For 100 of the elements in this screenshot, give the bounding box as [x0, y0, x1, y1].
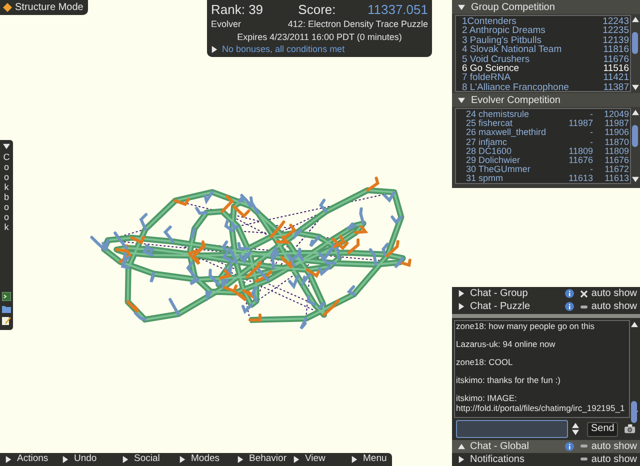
menu-button[interactable]: View	[293, 453, 351, 466]
menu-button[interactable]: Behavior	[237, 453, 293, 466]
section-header[interactable]: Evolver Competition	[452, 93, 640, 107]
expand-arrow-icon[interactable]	[458, 303, 465, 310]
play-arrow-icon[interactable]	[5, 456, 12, 463]
player-score: 11676	[604, 156, 629, 166]
play-arrow-icon[interactable]	[237, 456, 244, 463]
cookbook-label[interactable]: Cookbook	[2, 152, 11, 232]
leaderboard-row[interactable]: 5 Void Crushers 11676	[456, 54, 629, 64]
team-score: 11421	[603, 73, 629, 83]
scroll-up-icon[interactable]	[632, 109, 638, 116]
player-score: 11672	[604, 165, 629, 174]
send-button[interactable]: Send	[587, 422, 618, 437]
team-score: 11516	[603, 64, 629, 74]
team-name: 5 Void Crushers	[462, 54, 530, 64]
score-label: Score:	[298, 0, 337, 19]
section-header[interactable]: Group Competition	[452, 0, 640, 14]
chat-message: itskimo: IMAGE: http://fold.it/portal/files/chatimg/irc_192195_1	[456, 392, 626, 413]
rank-text: Rank: 39	[211, 0, 264, 19]
expand-arrow-icon[interactable]	[211, 46, 218, 53]
scrollbar-thumb[interactable]	[632, 32, 638, 54]
leaderboard-row[interactable]: 4 Slovak National Team 11816	[456, 45, 629, 55]
chat-tab[interactable]: Chat - Group auto show	[452, 287, 640, 300]
edit-icon[interactable]	[2, 316, 11, 325]
leaderboard-row[interactable]: 6 Go Science 11516	[456, 64, 629, 74]
collapse-arrow-icon[interactable]	[458, 96, 465, 104]
expand-arrow-icon[interactable]	[458, 290, 465, 297]
terminal-icon[interactable]	[2, 292, 11, 301]
player-class-text: Evolver	[211, 18, 242, 31]
expiry-text: Expires 4/23/2011 16:00 PDT (0 minutes)	[237, 30, 402, 44]
toggle-icon[interactable]	[580, 442, 588, 450]
close-icon[interactable]	[580, 290, 588, 298]
player-best-score: 11809	[568, 146, 593, 156]
chat-message: zone18: COOL	[456, 356, 514, 367]
structure-mode-button[interactable]: Structure Mode	[0, 0, 88, 15]
team-name: 2 Anthropic Dreams	[462, 26, 546, 36]
leaderboard-row[interactable]: 7 foldeRNA 11421	[456, 73, 629, 83]
scrollbar-thumb[interactable]	[631, 400, 637, 423]
info-icon[interactable]	[565, 442, 574, 451]
menu-button[interactable]: Menu	[351, 453, 391, 466]
leaderboard-row[interactable]: 3 Pauling's Pitbulls 12139	[456, 36, 629, 46]
chat-message: itskimo: thanks for the fun :)	[456, 374, 562, 385]
scroll-up-icon[interactable]	[632, 16, 638, 23]
scroll-down-icon[interactable]	[632, 84, 638, 91]
player-score: 11809	[604, 146, 629, 156]
collapse-arrow-icon[interactable]	[3, 143, 10, 150]
auto-show-label: auto show	[591, 300, 637, 314]
team-score: 11676	[603, 54, 629, 64]
diamond-icon	[3, 3, 12, 12]
protein-drawing[interactable]	[90, 176, 412, 330]
player-name: 25 fishercat	[466, 119, 514, 128]
expand-arrow-icon[interactable]	[458, 456, 465, 463]
chat-message: zone18: how many people go on this	[456, 320, 596, 331]
menu-button[interactable]: Modes	[179, 453, 237, 466]
info-icon[interactable]	[565, 302, 574, 311]
chat-tab[interactable]: Chat - Puzzle auto show	[452, 300, 640, 313]
team-name: 6 Go Science	[462, 64, 520, 74]
menu-button[interactable]: Social	[122, 453, 179, 466]
player-score: 11987	[604, 119, 629, 128]
leaderboard-row[interactable]: 1Contenders 12243	[456, 17, 629, 26]
scroll-down-icon[interactable]	[632, 176, 638, 183]
scroll-down-icon[interactable]	[572, 429, 579, 436]
info-icon[interactable]	[565, 289, 574, 298]
chat-tab[interactable]: Notifications auto show	[452, 452, 640, 466]
scrollbar-thumb[interactable]	[632, 125, 638, 147]
bonuses-link[interactable]: No bonuses, all conditions met	[222, 42, 345, 56]
play-arrow-icon[interactable]	[179, 456, 186, 463]
player-name: 30 TheGUmmer	[466, 165, 532, 174]
team-name: 1Contenders	[462, 17, 516, 26]
player-best-score: 11676	[568, 156, 593, 166]
player-score: 11870	[604, 138, 629, 147]
player-best-score: -	[589, 165, 593, 174]
team-score: 12243	[602, 17, 629, 26]
leaderboard-row[interactable]: 8 L'Alliance Francophone 11387	[456, 82, 629, 92]
play-arrow-icon[interactable]	[351, 456, 358, 463]
folder-icon[interactable]	[2, 304, 11, 313]
score-value: 11337.051	[368, 0, 428, 19]
chat-tab[interactable]: Chat - Global auto show	[452, 440, 640, 453]
player-score: 11613	[604, 174, 629, 184]
player-best-score: 11613	[568, 174, 593, 184]
auto-show-label: auto show	[591, 440, 637, 454]
team-score: 12235	[602, 26, 629, 36]
player-best-score: -	[589, 138, 593, 147]
toggle-icon[interactable]	[580, 302, 588, 310]
player-name: 31 spmm	[466, 174, 504, 184]
team-name: 7 foldeRNA	[462, 73, 511, 83]
play-arrow-icon[interactable]	[293, 456, 300, 463]
player-name: 27 infjamc	[466, 138, 508, 147]
play-arrow-icon[interactable]	[62, 456, 69, 463]
player-name: 28 DC1600	[466, 146, 513, 156]
puzzle-title: 412: Electron Density Trace Puzzle	[288, 18, 428, 31]
toggle-icon[interactable]	[580, 455, 588, 464]
chat-input-field[interactable]	[456, 420, 568, 438]
leaderboard-row[interactable]: 2 Anthropic Dreams 12235	[456, 26, 629, 36]
menu-button[interactable]: Actions	[5, 453, 62, 466]
menu-button[interactable]: Undo	[62, 453, 122, 466]
scroll-up-icon[interactable]	[572, 422, 579, 430]
expand-arrow-icon[interactable]	[458, 442, 465, 450]
play-arrow-icon[interactable]	[122, 456, 129, 463]
collapse-arrow-icon[interactable]	[458, 4, 465, 10]
